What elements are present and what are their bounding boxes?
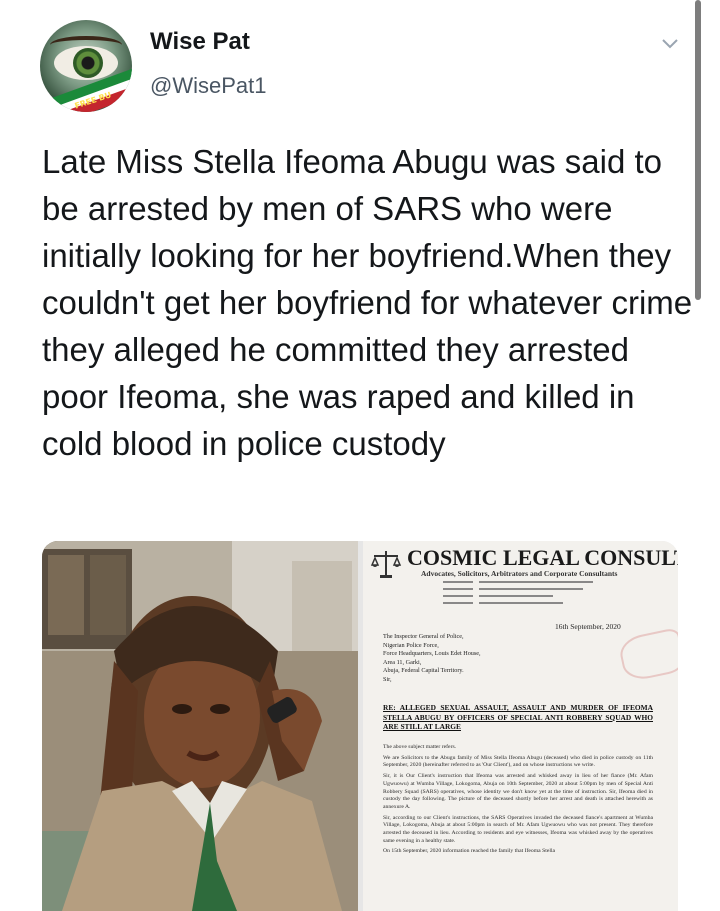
scales-of-justice-icon [370,551,402,578]
document-paragraph: Sir, it is Our Client's instruction that… [383,773,653,810]
tweet-text: Late Miss Stella Ifeoma Abugu was said t… [42,143,693,462]
document-paragraph: The above subject matter refers. [383,744,457,750]
document-paragraph: Sir, according to our Client's instructi… [383,814,653,844]
received-stamp [617,627,678,683]
author-handle[interactable]: @WisePat1 [150,73,266,99]
tweet-menu-button[interactable] [652,30,688,58]
legal-document: COSMIC LEGAL CONSULT Advocates, Solicito… [363,541,678,911]
document-date: 16th September, 2020 [555,622,621,631]
author-name[interactable]: Wise Pat [150,28,250,56]
tweet-header: FREE BU Wise Pat @WisePat1 [0,0,720,130]
firm-address-lines [443,579,603,612]
photo-illustration [42,541,358,911]
avatar[interactable]: FREE BU [40,20,132,112]
avatar-eyelid [50,36,122,54]
document-paragraph: We are Solicitors to the Abugu family of… [383,754,653,769]
document-addressee: The Inspector General of Police, Nigeria… [383,633,481,683]
tweet-media[interactable]: COSMIC LEGAL CONSULT Advocates, Solicito… [42,541,678,911]
document-paragraph: On 15th September, 2020 information reac… [383,848,556,855]
document-subject: RE: ALLEGED SEXUAL ASSAULT, ASSAULT AND … [383,703,653,732]
chevron-down-icon [662,39,678,49]
firm-name: COSMIC LEGAL CONSULT [407,545,678,570]
photo-of-woman[interactable] [42,541,358,911]
address-scribble [443,581,593,604]
legal-document-image[interactable]: COSMIC LEGAL CONSULT Advocates, Solicito… [363,541,678,911]
firm-subtitle: Advocates, Solicitors, Arbitrators and C… [421,569,618,578]
document-body: The above subject matter refers. We are … [383,744,653,859]
